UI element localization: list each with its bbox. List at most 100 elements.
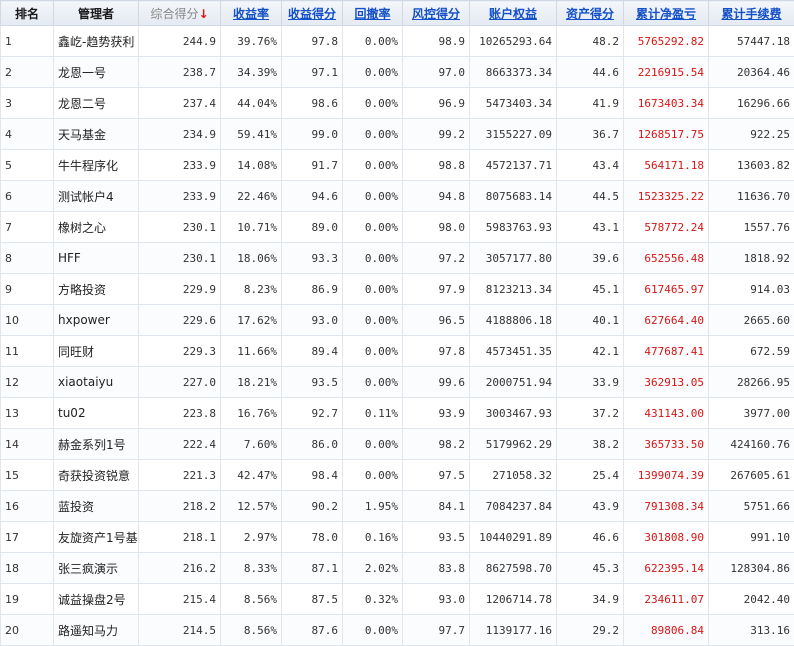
cell-net-pnl: 1268517.75 (624, 119, 709, 150)
col-header-total-score-label: 综合得分 (150, 7, 198, 21)
cell-drawdown: 0.32% (343, 584, 403, 615)
cell-manager-name[interactable]: 同旺财 (54, 336, 139, 367)
col-header-equity[interactable]: 账户权益 (470, 1, 557, 26)
cell-manager-name[interactable]: hxpower (54, 305, 139, 336)
col-header-total-score[interactable]: 综合得分↓ (139, 1, 221, 26)
cell-net-pnl: 477687.41 (624, 336, 709, 367)
cell-manager-name[interactable]: 龙恩一号 (54, 57, 139, 88)
cell-fees: 3977.00 (709, 398, 794, 429)
cell-asset-score: 43.9 (557, 491, 624, 522)
cell-manager-name[interactable]: HFF (54, 243, 139, 274)
cell-fees: 2665.60 (709, 305, 794, 336)
col-header-manager: 管理者 (54, 1, 139, 26)
cell-manager-name[interactable]: xiaotaiyu (54, 367, 139, 398)
cell-drawdown: 0.00% (343, 57, 403, 88)
cell-manager-name[interactable]: 奇获投资锐意 (54, 460, 139, 491)
cell-fees: 28266.95 (709, 367, 794, 398)
cell-manager-name[interactable]: 赫金系列1号 (54, 429, 139, 460)
cell-return-rate: 44.04% (221, 88, 282, 119)
col-header-drawdown[interactable]: 回撤率 (343, 1, 403, 26)
cell-rank: 17 (1, 522, 54, 553)
cell-fees: 2042.40 (709, 584, 794, 615)
cell-net-pnl: 791308.34 (624, 491, 709, 522)
cell-return-score: 87.6 (282, 615, 343, 646)
cell-return-score: 99.0 (282, 119, 343, 150)
cell-manager-name[interactable]: 诚益操盘2号 (54, 584, 139, 615)
cell-drawdown: 0.00% (343, 615, 403, 646)
cell-fees: 16296.66 (709, 88, 794, 119)
cell-total-score: 215.4 (139, 584, 221, 615)
cell-return-rate: 39.76% (221, 26, 282, 57)
cell-manager-name[interactable]: 路遥知马力 (54, 615, 139, 646)
cell-manager-name[interactable]: 龙恩二号 (54, 88, 139, 119)
cell-asset-score: 44.5 (557, 181, 624, 212)
cell-total-score: 238.7 (139, 57, 221, 88)
cell-total-score: 234.9 (139, 119, 221, 150)
cell-manager-name[interactable]: 蓝投资 (54, 491, 139, 522)
cell-asset-score: 33.9 (557, 367, 624, 398)
cell-manager-name[interactable]: 张三疯演示 (54, 553, 139, 584)
table-row: 3龙恩二号237.444.04%98.60.00%96.95473403.344… (1, 88, 794, 119)
col-header-risk-score[interactable]: 风控得分 (403, 1, 470, 26)
cell-drawdown: 0.00% (343, 274, 403, 305)
cell-return-rate: 17.62% (221, 305, 282, 336)
cell-manager-name[interactable]: 测试帐户4 (54, 181, 139, 212)
cell-manager-name[interactable]: 方略投资 (54, 274, 139, 305)
cell-equity: 5473403.34 (470, 88, 557, 119)
col-header-return-score[interactable]: 收益得分 (282, 1, 343, 26)
cell-fees: 57447.18 (709, 26, 794, 57)
col-header-return-rate[interactable]: 收益率 (221, 1, 282, 26)
cell-fees: 267605.61 (709, 460, 794, 491)
cell-return-score: 92.7 (282, 398, 343, 429)
cell-return-score: 78.0 (282, 522, 343, 553)
cell-net-pnl: 89806.84 (624, 615, 709, 646)
cell-rank: 13 (1, 398, 54, 429)
cell-return-rate: 2.97% (221, 522, 282, 553)
col-header-net-pnl[interactable]: 累计净盈亏 (624, 1, 709, 26)
cell-net-pnl: 622395.14 (624, 553, 709, 584)
cell-return-score: 86.0 (282, 429, 343, 460)
cell-asset-score: 38.2 (557, 429, 624, 460)
cell-fees: 914.03 (709, 274, 794, 305)
cell-return-score: 97.1 (282, 57, 343, 88)
cell-drawdown: 1.95% (343, 491, 403, 522)
cell-rank: 3 (1, 88, 54, 119)
cell-return-score: 98.6 (282, 88, 343, 119)
cell-equity: 2000751.94 (470, 367, 557, 398)
table-row: 9方略投资229.98.23%86.90.00%97.98123213.3445… (1, 274, 794, 305)
cell-manager-name[interactable]: 橡树之心 (54, 212, 139, 243)
col-header-fees[interactable]: 累计手续费 (709, 1, 794, 26)
table-header-row: 排名 管理者 综合得分↓ 收益率 收益得分 回撤率 风控得分 账户权益 资产得分… (1, 1, 794, 26)
cell-net-pnl: 362913.05 (624, 367, 709, 398)
cell-fees: 922.25 (709, 119, 794, 150)
cell-drawdown: 0.11% (343, 398, 403, 429)
cell-equity: 8075683.14 (470, 181, 557, 212)
cell-fees: 1557.76 (709, 212, 794, 243)
cell-rank: 12 (1, 367, 54, 398)
cell-manager-name[interactable]: 鑫屹-趋势获利 (54, 26, 139, 57)
cell-equity: 271058.32 (470, 460, 557, 491)
cell-risk-score: 96.5 (403, 305, 470, 336)
cell-fees: 991.10 (709, 522, 794, 553)
cell-manager-name[interactable]: 天马基金 (54, 119, 139, 150)
cell-net-pnl: 431143.00 (624, 398, 709, 429)
table-row: 4天马基金234.959.41%99.00.00%99.23155227.093… (1, 119, 794, 150)
cell-total-score: 223.8 (139, 398, 221, 429)
cell-drawdown: 0.00% (343, 460, 403, 491)
cell-manager-name[interactable]: 牛牛程序化 (54, 150, 139, 181)
table-row: 11同旺财229.311.66%89.40.00%97.84573451.354… (1, 336, 794, 367)
cell-manager-name[interactable]: 友旋资产1号基: (54, 522, 139, 553)
cell-return-score: 89.4 (282, 336, 343, 367)
cell-total-score: 227.0 (139, 367, 221, 398)
cell-return-rate: 8.23% (221, 274, 282, 305)
cell-risk-score: 99.2 (403, 119, 470, 150)
col-header-asset-score[interactable]: 资产得分 (557, 1, 624, 26)
cell-risk-score: 83.8 (403, 553, 470, 584)
cell-rank: 14 (1, 429, 54, 460)
table-row: 1鑫屹-趋势获利244.939.76%97.80.00%98.910265293… (1, 26, 794, 57)
cell-manager-name[interactable]: tu02 (54, 398, 139, 429)
cell-return-rate: 7.60% (221, 429, 282, 460)
cell-total-score: 222.4 (139, 429, 221, 460)
cell-drawdown: 0.00% (343, 367, 403, 398)
cell-asset-score: 42.1 (557, 336, 624, 367)
